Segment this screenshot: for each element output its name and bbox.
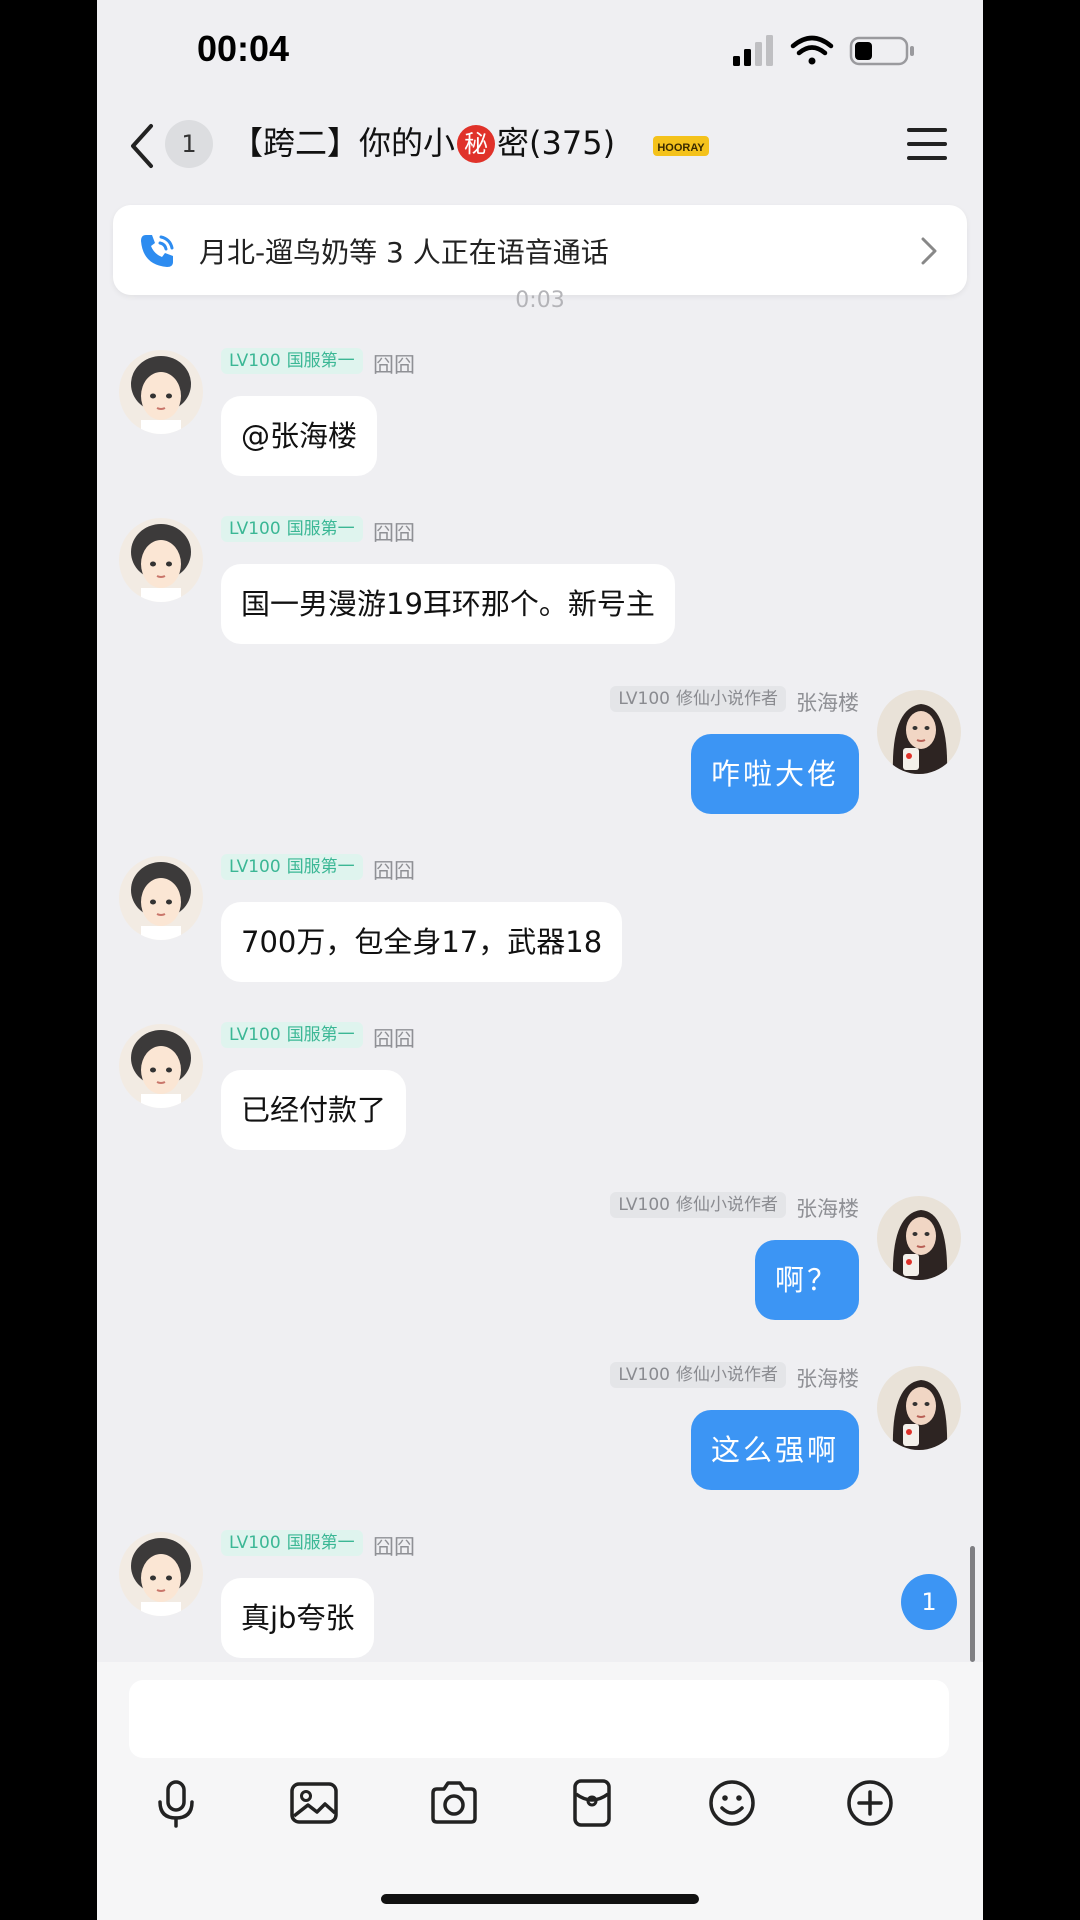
status-icons bbox=[733, 35, 914, 66]
level-label: LV100 bbox=[229, 857, 281, 877]
member-level-tag: LV100 修仙小说作者 bbox=[610, 686, 786, 712]
voice-call-text: 月北-遛鸟奶等 3 人正在语音通话 bbox=[199, 236, 609, 269]
red-packet-icon[interactable] bbox=[567, 1778, 617, 1828]
message-input[interactable] bbox=[129, 1680, 949, 1758]
chat-title-prefix: 【跨二】你的小 bbox=[231, 124, 456, 162]
plus-icon[interactable] bbox=[845, 1778, 895, 1828]
call-duration: 0:03 bbox=[515, 288, 565, 313]
svg-text:HOORAY: HOORAY bbox=[657, 142, 705, 154]
member-title: 修仙小说作者 bbox=[676, 1195, 778, 1215]
member-title: 国服第一 bbox=[286, 519, 355, 539]
hooray-badge-icon: HOORAY bbox=[653, 136, 709, 156]
message-bubble[interactable]: 国一男漫游19耳环那个。新号主 bbox=[221, 564, 675, 644]
microphone-icon[interactable] bbox=[151, 1778, 201, 1828]
scrollbar[interactable] bbox=[970, 1546, 975, 1662]
phone-call-icon bbox=[141, 235, 174, 267]
avatar[interactable] bbox=[119, 1532, 203, 1616]
level-label: LV100 bbox=[229, 1025, 281, 1045]
camera-icon[interactable] bbox=[429, 1778, 479, 1828]
member-title: 国服第一 bbox=[286, 1533, 355, 1553]
level-label: LV100 bbox=[229, 351, 281, 371]
sender-name[interactable]: 张海楼 bbox=[796, 1193, 859, 1223]
sender-name[interactable]: 张海楼 bbox=[796, 687, 859, 717]
member-level-tag: LV100 国服第一 bbox=[221, 348, 363, 374]
member-title: 国服第一 bbox=[286, 857, 355, 877]
message-bubble[interactable]: @张海楼 bbox=[221, 396, 378, 476]
avatar[interactable] bbox=[877, 1366, 961, 1450]
message-bubble[interactable]: 已经付款了 bbox=[221, 1070, 407, 1150]
sender-name[interactable]: 囧囧 bbox=[373, 517, 415, 547]
sender-name[interactable]: 囧囧 bbox=[373, 855, 415, 885]
member-title: 国服第一 bbox=[286, 1025, 355, 1045]
emoji-icon[interactable] bbox=[707, 1778, 757, 1828]
chat-title[interactable]: 【跨二】你的小秘密(375) bbox=[231, 118, 615, 164]
message-bubble[interactable]: 700万，包全身17，武器18 bbox=[221, 902, 623, 982]
message-bubble[interactable]: 啊？ bbox=[754, 1240, 859, 1320]
new-message-badge[interactable]: 1 bbox=[901, 1574, 957, 1630]
chat-screen: 00:04 1 【跨二】你的小秘密(375) HOORAY 月北-遛鸟奶等 3 … bbox=[97, 0, 983, 1920]
battery-icon bbox=[849, 36, 914, 66]
avatar[interactable] bbox=[119, 518, 203, 602]
home-indicator bbox=[381, 1894, 699, 1904]
voice-call-banner[interactable]: 月北-遛鸟奶等 3 人正在语音通话 bbox=[113, 205, 967, 295]
secret-badge: 秘 bbox=[457, 125, 496, 163]
avatar[interactable] bbox=[119, 350, 203, 434]
avatar[interactable] bbox=[877, 690, 961, 774]
member-level-tag: LV100 国服第一 bbox=[221, 854, 363, 880]
level-label: LV100 bbox=[229, 519, 281, 539]
member-title: 修仙小说作者 bbox=[676, 689, 778, 709]
level-label: LV100 bbox=[618, 689, 670, 709]
message-bubble[interactable]: 这么强啊 bbox=[690, 1410, 859, 1490]
member-title: 国服第一 bbox=[286, 351, 355, 371]
chat-header: 1 【跨二】你的小秘密(375) HOORAY bbox=[97, 110, 983, 190]
chevron-right-icon bbox=[921, 237, 937, 265]
sender-name[interactable]: 囧囧 bbox=[373, 1531, 415, 1561]
back-chevron-icon[interactable] bbox=[125, 122, 157, 170]
level-label: LV100 bbox=[618, 1195, 670, 1215]
member-level-tag: LV100 修仙小说作者 bbox=[610, 1362, 786, 1388]
avatar[interactable] bbox=[877, 1196, 961, 1280]
message-bubble[interactable]: 咋啦大佬 bbox=[690, 734, 859, 814]
member-level-tag: LV100 国服第一 bbox=[221, 1530, 363, 1556]
member-level-tag: LV100 修仙小说作者 bbox=[610, 1192, 786, 1218]
unread-count-badge[interactable]: 1 bbox=[165, 120, 213, 168]
member-title: 修仙小说作者 bbox=[676, 1365, 778, 1385]
message-bubble[interactable]: 真jb夸张 bbox=[221, 1578, 375, 1658]
sender-name[interactable]: 囧囧 bbox=[373, 349, 415, 379]
sender-name[interactable]: 张海楼 bbox=[796, 1363, 859, 1393]
menu-icon[interactable] bbox=[907, 126, 947, 162]
member-level-tag: LV100 国服第一 bbox=[221, 1022, 363, 1048]
wifi-icon bbox=[790, 35, 834, 65]
signal-icon bbox=[733, 35, 773, 66]
status-time: 00:04 bbox=[197, 28, 290, 69]
member-level-tag: LV100 国服第一 bbox=[221, 516, 363, 542]
sender-name[interactable]: 囧囧 bbox=[373, 1023, 415, 1053]
level-label: LV100 bbox=[618, 1365, 670, 1385]
avatar[interactable] bbox=[119, 1024, 203, 1108]
chat-title-suffix: 密(375) bbox=[497, 124, 616, 162]
level-label: LV100 bbox=[229, 1533, 281, 1553]
avatar[interactable] bbox=[119, 856, 203, 940]
image-icon[interactable] bbox=[289, 1778, 339, 1828]
